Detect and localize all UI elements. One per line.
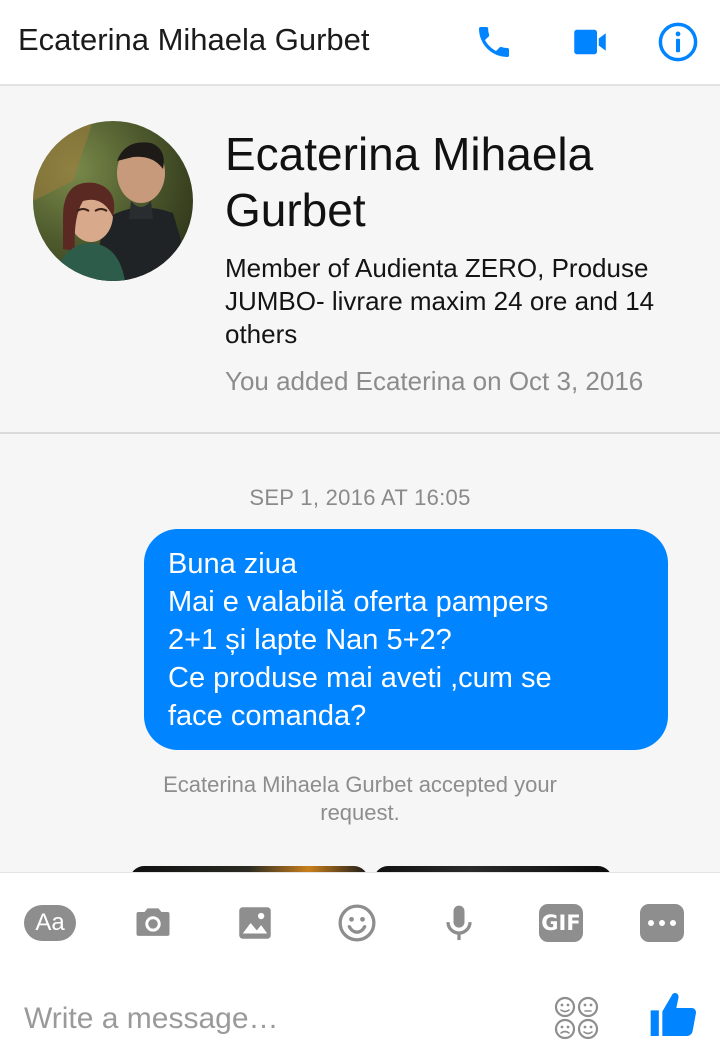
sticker-button[interactable] [552,993,602,1043]
text-format-button[interactable]: Aa [22,895,78,951]
added-date-text: You added Ecaterina on Oct 3, 2016 [225,366,644,396]
voice-record-button[interactable] [431,895,487,951]
profile-name: Ecaterina Mihaela Gurbet [225,128,594,236]
emoji-button[interactable] [329,895,385,951]
info-icon[interactable] [654,18,702,66]
sticker-icon [554,996,599,1040]
phone-icon[interactable] [470,18,518,66]
more-options-button[interactable] [634,895,690,951]
emoji-icon [338,904,376,942]
media-preview-strip [0,864,720,872]
request-accepted-notice: Ecaterina Mihaela Gurbet accepted your r… [163,772,557,825]
image-icon [239,907,271,939]
text-format-icon: Aa [24,905,76,941]
message-composer: Aa GIF [0,872,720,1064]
microphone-icon [446,905,472,941]
gif-icon: GIF [539,904,583,942]
like-button[interactable] [646,987,702,1043]
sent-message-bubble[interactable]: Buna ziua Mai e valabilă oferta pampers … [144,529,668,750]
conversation-header: Ecaterina Mihaela Gurbet [0,0,720,86]
message-line: Mai e valabilă oferta pampers [168,586,549,618]
group-membership-text: Member of Audienta ZERO, Produse JUMBO- … [225,253,655,349]
more-icon [640,904,684,942]
message-timestamp: SEP 1, 2016 AT 16:05 [249,485,471,510]
message-input[interactable] [24,995,524,1043]
thumbs-up-icon [650,993,697,1036]
gallery-button[interactable] [227,895,283,951]
video-camera-icon[interactable] [566,18,614,66]
gif-button[interactable]: GIF [533,895,589,951]
header-title[interactable]: Ecaterina Mihaela Gurbet [18,22,370,58]
message-line: Buna ziua [168,548,297,580]
camera-icon [136,908,170,936]
message-line: face comanda? [168,700,367,732]
message-line: 2+1 și lapte Nan 5+2? [168,624,452,656]
message-line: Ce produse mai aveti ,cum se [168,662,552,694]
contact-profile-card: Ecaterina Mihaela Gurbet Member of Audie… [0,88,720,434]
avatar[interactable] [33,121,193,281]
camera-button[interactable] [125,895,181,951]
